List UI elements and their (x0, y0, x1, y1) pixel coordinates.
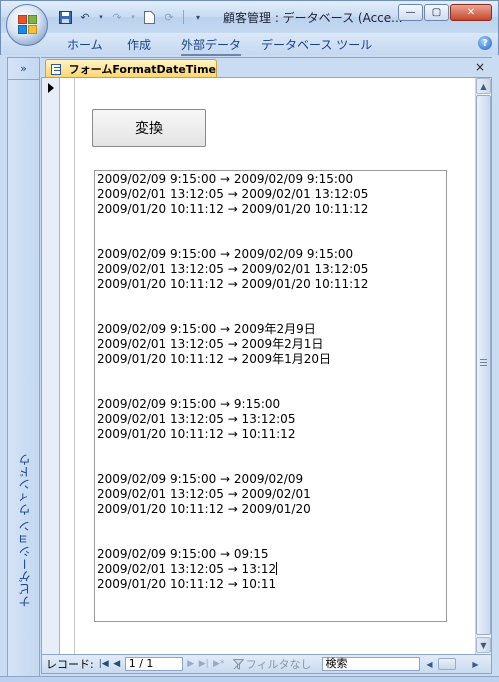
office-button[interactable] (6, 4, 48, 46)
document-tab-label: フォームFormatDateTime (68, 63, 216, 76)
text-caret (276, 562, 278, 575)
title-bar: ↶ ▾ ↷ ▾ ⟳ ▾ 顧客管理 : データベース (Acce... — ▢ ✕ (0, 0, 499, 33)
scroll-up-icon[interactable]: ▲ (476, 78, 491, 94)
document-close-button[interactable]: × (475, 60, 485, 74)
output-textbox[interactable]: 2009/02/09 9:15:00 → 2009/02/09 9:15:00 … (94, 170, 447, 622)
form-section-divider (74, 78, 75, 654)
output-line: 2009/01/20 10:11:12 → 10:11:12 (97, 427, 296, 441)
first-record-icon[interactable]: |◀ (97, 657, 111, 671)
ribbon-tab-bar: ホーム 作成 外部データ データベース ツール ? (0, 33, 499, 56)
output-line: 2009/02/01 13:12:05 → 2009/02/01 (97, 487, 311, 501)
current-record-arrow-icon (48, 83, 54, 93)
output-line: 2009/01/20 10:11:12 → 2009/01/20 10:11:1… (97, 202, 369, 216)
tab-database-tools[interactable]: データベース ツール (261, 36, 372, 53)
document-tab-bar: フォームFormatDateTime × (41, 57, 492, 78)
refresh-icon[interactable]: ⟳ (161, 9, 177, 25)
output-group: 2009/02/09 9:15:00 → 2009/02/09 9:15:00 … (97, 247, 446, 292)
output-group: 2009/02/09 9:15:00 → 09:15 2009/02/01 13… (97, 547, 446, 592)
scroll-down-icon[interactable]: ▼ (476, 637, 491, 653)
output-group: 2009/02/09 9:15:00 → 2009/02/09 2009/02/… (97, 472, 446, 517)
filter-label: フィルタなし (245, 658, 312, 671)
nav-pane-toggle-button[interactable]: » (8, 58, 39, 80)
output-group: 2009/02/09 9:15:00 → 9:15:00 2009/02/01 … (97, 397, 446, 442)
quick-access-toolbar: ↶ ▾ ↷ ▾ ⟳ ▾ (57, 8, 206, 26)
output-line: 2009/01/20 10:11:12 → 10:11 (97, 577, 277, 591)
output-line: 2009/01/20 10:11:12 → 2009/01/20 (97, 502, 311, 516)
form-icon (51, 63, 61, 75)
output-line: 2009/02/09 9:15:00 → 2009/02/09 9:15:00 (97, 172, 354, 186)
output-group: 2009/02/09 9:15:00 → 2009年2月9日 2009/02/0… (97, 322, 446, 367)
tab-create[interactable]: 作成 (127, 36, 151, 53)
undo-icon[interactable]: ↶ (77, 9, 93, 25)
maximize-button[interactable]: ▢ (424, 4, 449, 21)
filter-icon (232, 658, 244, 670)
output-line: 2009/02/09 9:15:00 → 2009年2月9日 (97, 322, 316, 336)
new-record-icon[interactable]: ▶* (211, 657, 227, 671)
customize-qat-icon[interactable]: ▾ (190, 9, 206, 25)
tab-external-data[interactable]: 外部データ (181, 36, 242, 56)
output-line-with-caret: 2009/02/01 13:12:05 → 13:12 (97, 562, 446, 577)
output-line: 2009/02/01 13:12:05 → 2009/02/01 13:12:0… (97, 262, 369, 276)
vertical-scrollbar[interactable]: ▲ ▼ (475, 78, 491, 654)
window-title: 顧客管理 : データベース (Acce... (223, 11, 403, 25)
output-line: 2009/02/01 13:12:05 → 13:12:05 (97, 412, 296, 426)
qat-separator (183, 10, 184, 24)
last-record-icon[interactable]: ▶| (197, 657, 211, 671)
horizontal-scrollbar[interactable]: ◀ ▶ (424, 657, 484, 671)
record-label: レコード: (46, 658, 94, 671)
output-line: 2009/02/01 13:12:05 → 2009年2月1日 (97, 337, 324, 351)
scroll-thumb[interactable] (476, 95, 491, 635)
tab-home[interactable]: ホーム (67, 36, 103, 53)
undo-dropdown-icon[interactable]: ▾ (97, 9, 105, 25)
scroll-left-icon[interactable]: ◀ (424, 657, 436, 671)
output-line: 2009/01/20 10:11:12 → 2009年1月20日 (97, 352, 332, 366)
window-controls: — ▢ ✕ (398, 4, 492, 21)
office-logo-icon (18, 15, 38, 35)
record-selector[interactable] (42, 78, 60, 654)
close-button[interactable]: ✕ (450, 4, 492, 21)
output-line: 2009/01/20 10:11:12 → 2009/01/20 10:11:1… (97, 277, 369, 291)
grip-icon (480, 359, 487, 366)
redo-icon[interactable]: ↷ (109, 9, 125, 25)
output-line: 2009/02/01 13:12:05 → 13:12 (97, 562, 277, 576)
filter-toggle[interactable]: フィルタなし (232, 656, 312, 672)
navigation-pane: » ナビゲーション ウィンドウ (7, 57, 40, 677)
search-input[interactable]: 検索 (321, 657, 420, 671)
output-line: 2009/02/09 9:15:00 → 09:15 (97, 547, 269, 561)
convert-button[interactable]: 変換 (92, 109, 206, 147)
next-record-icon[interactable]: ▶ (185, 657, 197, 671)
output-line: 2009/02/09 9:15:00 → 2009/02/09 (97, 472, 304, 486)
save-icon[interactable] (57, 9, 73, 25)
nav-pane-label[interactable]: ナビゲーション ウィンドウ (16, 453, 33, 607)
horizontal-scroll-thumb[interactable] (437, 658, 456, 670)
redo-dropdown-icon[interactable]: ▾ (129, 9, 137, 25)
output-group: 2009/02/09 9:15:00 → 2009/02/09 9:15:00 … (97, 172, 446, 217)
window-status-edge (0, 676, 499, 682)
form-body: 変換 2009/02/09 9:15:00 → 2009/02/09 9:15:… (41, 77, 492, 655)
document-tab[interactable]: フォームFormatDateTime (45, 59, 217, 78)
previous-record-icon[interactable]: ◀ (111, 657, 123, 671)
help-icon[interactable]: ? (478, 36, 492, 50)
new-document-icon[interactable] (141, 9, 157, 25)
output-line: 2009/02/01 13:12:05 → 2009/02/01 13:12:0… (97, 187, 369, 201)
scroll-right-icon[interactable]: ▶ (470, 657, 482, 671)
current-record-field[interactable]: 1 / 1 (124, 657, 183, 671)
output-line: 2009/02/09 9:15:00 → 2009/02/09 9:15:00 (97, 247, 354, 261)
output-line: 2009/02/09 9:15:00 → 9:15:00 (97, 397, 281, 411)
record-navigation-bar: レコード: |◀ ◀ 1 / 1 ▶ ▶| ▶* フィルタなし 検索 ◀ ▶ (41, 655, 492, 674)
minimize-button[interactable]: — (398, 4, 423, 21)
